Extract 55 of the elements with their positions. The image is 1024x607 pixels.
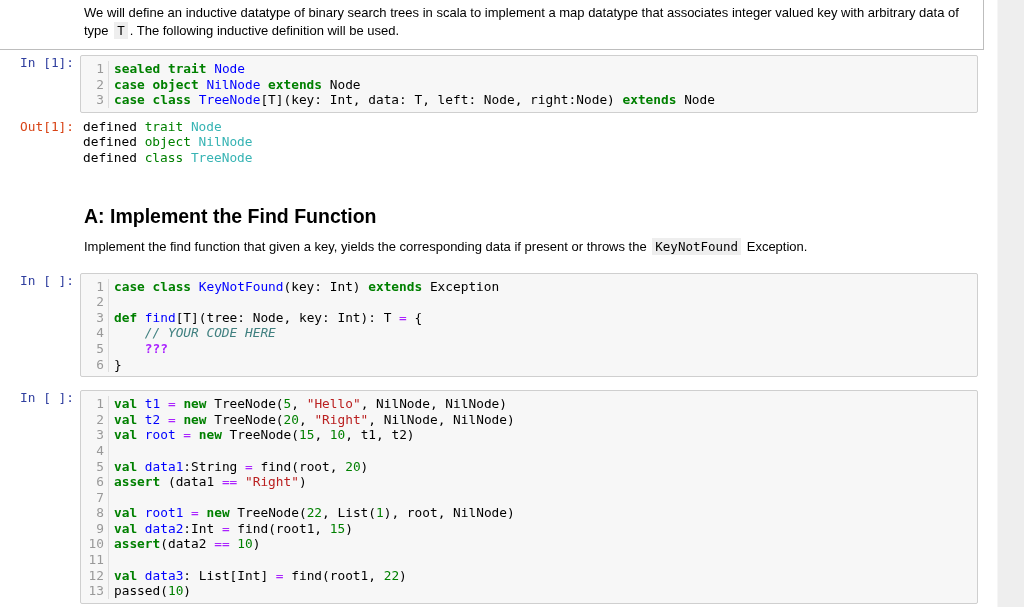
code-line: case object NilNode extends Node xyxy=(114,76,362,93)
line-number: 1 xyxy=(96,61,104,77)
input-prompt: In [ ]: xyxy=(20,390,74,406)
code-line: passed(10) xyxy=(114,583,193,599)
line-number: 11 xyxy=(88,552,104,568)
code-line: val data2:Int = find(root1, 15) xyxy=(114,520,354,537)
code-line: assert(data2 == 10) xyxy=(114,536,262,553)
line-number: 4 xyxy=(96,442,104,459)
output-line: defined object NilNode xyxy=(83,134,253,150)
line-number: 1 xyxy=(96,396,104,412)
line-number: 6 xyxy=(96,356,104,373)
line-number: 4 xyxy=(96,325,104,341)
line-number: 5 xyxy=(96,458,104,475)
paragraph: We will define an inductive datatype of binary search trees in scala to implement a map datatype that associates integer valued key with arbitrary data of type T . The following inductive definition will be used. xyxy=(84,4,960,40)
code-line: case class TreeNode[T](key: Int, data: T, left: Node, right:Node) extends Node xyxy=(114,92,715,108)
line-number: 1 xyxy=(96,278,104,295)
line-number: 2 xyxy=(96,76,104,93)
paragraph: Implement the find function that given a key, yields the corresponding data if present or throws the KeyNotFound Exception. xyxy=(84,237,809,256)
line-number: 8 xyxy=(96,505,104,521)
line-number: 7 xyxy=(96,489,104,506)
code-line: val root = new TreeNode(15, 10, t1, t2) xyxy=(114,427,416,443)
line-number: 13 xyxy=(88,583,104,599)
code-editor[interactable]: 1 2 3 4 5 6 case class KeyNotFound(key: Int) extends Exception def find[T](tree: Node, key: Int): T = { // YOUR CODE HERE ??? } xyxy=(80,272,978,378)
code-line: def find[T](tree: Node, key: Int): T = { xyxy=(114,309,424,326)
section-heading: A: Implement the Find Function xyxy=(84,203,378,228)
input-prompt: In [1]: xyxy=(20,55,74,70)
code-editor[interactable]: 1 2 3 sealed trait Node case object NilNode extends Node case class TreeNode[T](key: Int, data: T, left: Node, right:Node) extends Node xyxy=(80,55,978,113)
line-number: 2 xyxy=(96,411,104,428)
code-line: case class KeyNotFound(key: Int) extends Exception xyxy=(114,278,500,295)
code-line: sealed trait Node xyxy=(114,61,246,77)
code-line: assert (data1 == "Right") xyxy=(114,474,308,490)
line-number: 3 xyxy=(96,309,104,326)
code-line: val data3: List[Int] = find(root1, 22) xyxy=(114,567,408,584)
code-line: val t2 = new TreeNode(20, "Right", NilNode, NilNode) xyxy=(114,411,515,428)
line-number: 9 xyxy=(96,520,104,537)
output-prompt: Out[1]: xyxy=(20,118,74,134)
code-line: // YOUR CODE HERE xyxy=(143,325,277,341)
code-line: ??? xyxy=(143,340,169,357)
markdown-cell[interactable] xyxy=(0,0,984,50)
line-number: 5 xyxy=(96,340,104,357)
code-editor[interactable] xyxy=(80,390,978,604)
code-line: val root1 = new TreeNode(22, List(1), root, NilNode) xyxy=(114,505,515,521)
markdown-cell[interactable]: A: Implement the Find Function Implement the find function that given a key, yields the corresponding data if present or throws the KeyNotFound Exception. xyxy=(0,202,984,257)
line-number: 12 xyxy=(88,567,104,584)
line-number: 10 xyxy=(88,536,104,553)
line-number: 6 xyxy=(96,474,104,490)
input-prompt: In [ ]: xyxy=(20,272,74,288)
code-line: } xyxy=(114,356,123,373)
code-line: val t1 = new TreeNode(5, "Hello", NilNode, NilNode) xyxy=(114,396,508,412)
code-line: val data1:String = find(root, 20) xyxy=(114,458,370,475)
output-line: defined trait Node xyxy=(83,118,223,135)
line-number: 3 xyxy=(96,92,104,108)
line-number: 2 xyxy=(96,294,104,310)
output-line: defined class TreeNode xyxy=(83,149,253,166)
line-number: 3 xyxy=(96,427,104,443)
